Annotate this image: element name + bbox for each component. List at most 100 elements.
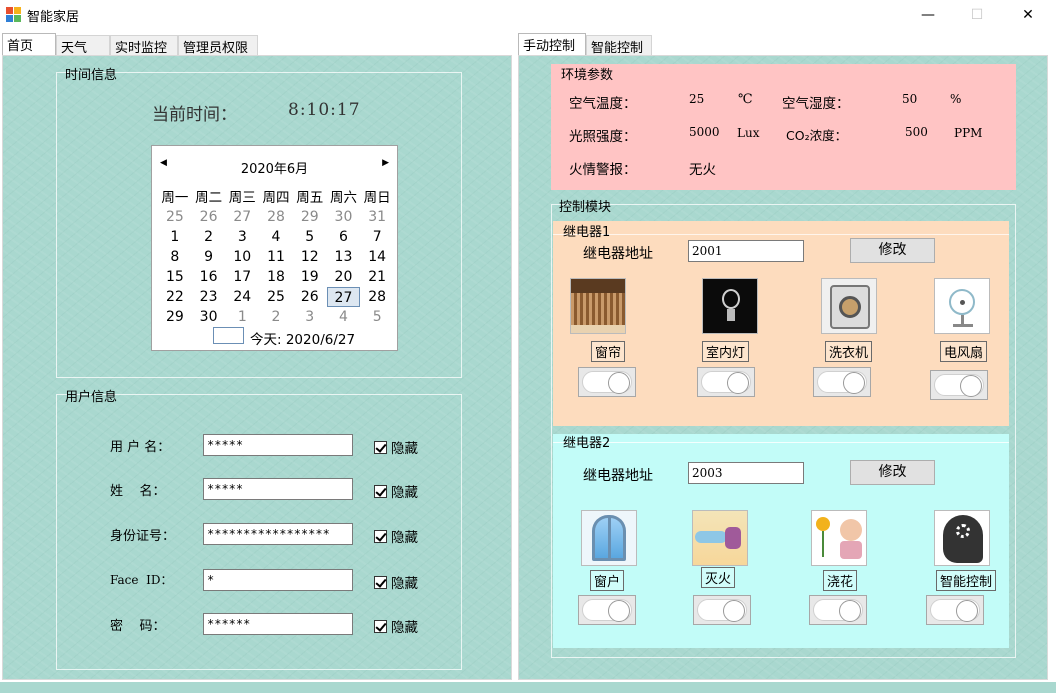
calendar-day[interactable]: 16 [192,267,226,287]
relay1-address-field[interactable]: 2001 [688,240,804,262]
calendar-day[interactable]: 17 [225,267,259,287]
hide-label: 隐藏 [391,530,418,546]
calendar-day[interactable]: 18 [259,267,293,287]
electric-fan-toggle[interactable] [930,370,988,400]
calendar-day-selected[interactable]: 27 [326,287,361,307]
minimize-button[interactable]: — [905,0,951,30]
id-number-field[interactable]: ***************** [203,523,353,545]
calendar-day[interactable]: 25 [158,207,192,227]
extinguish-fire-label[interactable]: 灭火 [701,567,736,588]
calendar-day[interactable]: 5 [360,307,394,327]
calendar-today-link[interactable]: 今天: 2020/6/27 [250,328,355,348]
hide-face-id-checkbox[interactable]: 隐藏 [374,572,418,592]
tab-admin[interactable]: 管理员权限 [178,35,258,56]
hide-name-checkbox[interactable]: 隐藏 [374,481,418,501]
calendar-day[interactable]: 23 [192,287,226,307]
washing-machine-toggle[interactable] [813,367,871,397]
calendar-day[interactable]: 7 [360,227,394,247]
month-calendar[interactable]: ◀ 2020年6月 ▶ 周一 周二 周三 周四 周五 周六 周日 25 26 2… [151,145,398,351]
calendar-day[interactable]: 28 [259,207,293,227]
curtain-label[interactable]: 窗帘 [591,341,626,362]
calendar-month-title[interactable]: 2020年6月 [152,158,397,177]
password-field[interactable]: ****** [203,613,353,635]
toggle-knob-icon [608,372,630,394]
calendar-day[interactable]: 2 [259,307,293,327]
relay2-address-field[interactable]: 2003 [688,462,804,484]
calendar-day[interactable]: 26 [293,287,327,307]
calendar-day[interactable]: 3 [293,307,327,327]
calendar-day[interactable]: 19 [293,267,327,287]
relay1-address-label: 继电器地址 [583,246,653,262]
relay1-modify-button[interactable]: 修改 [850,238,935,263]
relay2-modify-button[interactable]: 修改 [850,460,935,485]
calendar-day[interactable]: 22 [158,287,192,307]
close-button[interactable]: ✕ [1005,0,1051,30]
right-tabstrip: 手动控制 智能控制 [518,33,1048,56]
tab-home[interactable]: 首页 [2,33,56,55]
current-time-label: 当前时间： [152,105,237,125]
electric-fan-label[interactable]: 电风扇 [940,341,988,362]
calendar-day[interactable]: 21 [360,267,394,287]
indoor-light-toggle[interactable] [697,367,755,397]
washing-machine-label[interactable]: 洗衣机 [825,341,873,362]
calendar-day[interactable]: 3 [225,227,259,247]
face-id-field[interactable]: * [203,569,353,591]
tab-weather[interactable]: 天气 [56,35,110,56]
window-title: 智能家居 [27,10,80,25]
calendar-day[interactable]: 12 [293,247,327,267]
smart-control-toggle[interactable] [926,595,984,625]
tab-manual-control[interactable]: 手动控制 [518,33,586,55]
calendar-day[interactable]: 27 [225,207,259,227]
calendar-day[interactable]: 4 [259,227,293,247]
curtain-toggle[interactable] [578,367,636,397]
calendar-day[interactable]: 1 [158,227,192,247]
calendar-day[interactable]: 28 [360,287,394,307]
calendar-day[interactable]: 20 [327,267,361,287]
name-field[interactable]: ***** [203,478,353,500]
air-temp-unit: ℃ [738,92,753,107]
calendar-day[interactable]: 30 [192,307,226,327]
tab-realtime-monitor[interactable]: 实时监控 [110,35,178,56]
calendar-next-icon[interactable]: ▶ [382,158,389,168]
calendar-day[interactable]: 13 [327,247,361,267]
calendar-day[interactable]: 30 [327,207,361,227]
calendar-day[interactable]: 24 [225,287,259,307]
window-label[interactable]: 窗户 [590,570,625,591]
calendar-day[interactable]: 15 [158,267,192,287]
calendar-day[interactable]: 4 [327,307,361,327]
extinguish-fire-toggle[interactable] [693,595,751,625]
toggle-knob-icon [960,375,982,397]
calendar-day[interactable]: 2 [192,227,226,247]
hide-username-checkbox[interactable]: 隐藏 [374,437,418,457]
smart-control-label[interactable]: 智能控制 [936,570,997,591]
calendar-day[interactable]: 26 [192,207,226,227]
calendar-day[interactable]: 5 [293,227,327,247]
calendar-day[interactable]: 29 [158,307,192,327]
username-field[interactable]: ***** [203,434,353,456]
hide-password-checkbox[interactable]: 隐藏 [374,616,418,636]
watering-label[interactable]: 浇花 [823,570,858,591]
curtain-icon [570,278,626,334]
hide-id-number-checkbox[interactable]: 隐藏 [374,526,418,546]
calendar-day[interactable]: 8 [158,247,192,267]
time-info-title: 时间信息 [65,68,118,83]
calendar-day[interactable]: 9 [192,247,226,267]
calendar-day[interactable]: 25 [259,287,293,307]
calendar-day[interactable]: 29 [293,207,327,227]
lightbulb-icon [702,278,758,334]
calendar-day[interactable]: 6 [327,227,361,247]
calendar-week-row: 8 9 10 11 12 13 14 [158,247,394,267]
maximize-button[interactable]: ☐ [954,0,1000,30]
tab-smart-control[interactable]: 智能控制 [586,35,652,56]
calendar-day[interactable]: 1 [225,307,259,327]
calendar-day[interactable]: 10 [225,247,259,267]
calendar-day[interactable]: 31 [360,207,394,227]
watering-toggle[interactable] [809,595,867,625]
fire-alarm-value: 无火 [689,162,716,178]
indoor-light-label[interactable]: 室内灯 [702,341,750,362]
window-toggle[interactable] [578,595,636,625]
air-humidity-label: 空气湿度： [782,96,850,112]
calendar-day[interactable]: 11 [259,247,293,267]
calendar-day[interactable]: 14 [360,247,394,267]
relay1-group: 继电器1 继电器地址 2001 修改 窗帘 室内灯 洗衣机 电风扇 [553,221,1009,426]
